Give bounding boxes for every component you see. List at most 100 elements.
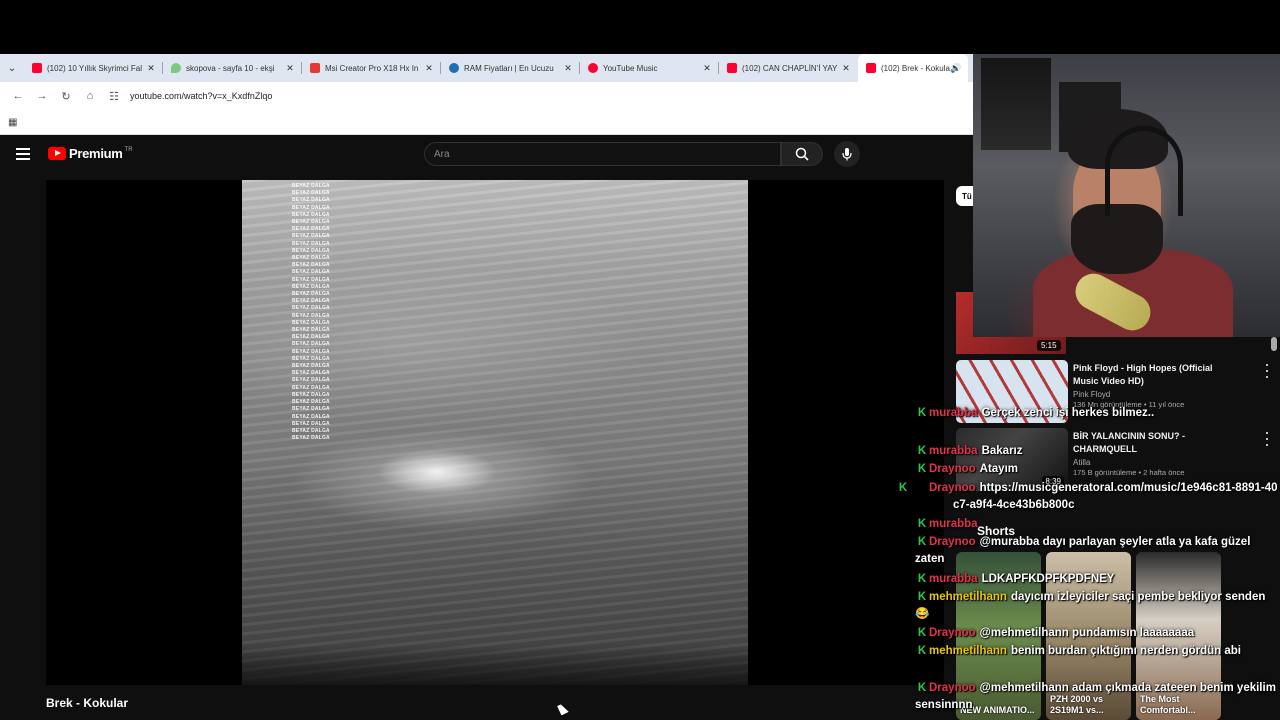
overlay-text-line: BEYAZ DALGA [292,377,330,384]
overlay-text-line: BEYAZ DALGA [292,348,330,355]
overlay-text-line: BEYAZ DALGA [292,298,330,305]
video-title: Brek - Kokular [46,696,129,710]
chat-message: Kmurabba Gerçek zenci işi herkes bilmez.. [915,405,1280,422]
search-input[interactable]: Ara [424,142,781,166]
tab-close-icon[interactable]: ✕ [145,63,157,74]
chat-message: Kmurabba LDKAPFKDPFKPDFNEY [915,571,1280,588]
tab-close-icon[interactable]: ✕ [701,63,713,74]
tab-close-icon[interactable]: ✕ [562,63,574,74]
overlay-text-line: BEYAZ DALGA [292,341,330,348]
chat-username: Draynoo [929,682,976,694]
headphones-icon [1105,126,1183,216]
channel-name[interactable]: Pink Floyd [1073,390,1233,399]
voice-search-button[interactable] [834,141,860,167]
overlay-text-line: BEYAZ DALGA [292,197,330,204]
tab-close-icon[interactable]: ✕ [284,63,296,74]
search-icon [795,147,809,161]
chat-message: K Draynoo @mehmetilhann pundamısın laaaaaa… [915,625,1280,642]
kick-badge-icon: K [917,518,927,530]
url-field[interactable]: youtube.com/watch?v=x_KxdfnZlqo [130,91,272,101]
overlay-text-line: BEYAZ DALGA [292,319,330,326]
overlay-text-line: BEYAZ DALGA [292,269,330,276]
overlay-text-line: BEYAZ DALGA [292,370,330,377]
youtube-favicon-icon [727,63,737,73]
youtube-favicon-icon [866,63,876,73]
menu-icon[interactable] [16,148,30,160]
overlay-text-line: BEYAZ DALGA [292,283,330,290]
chat-text: Atayım [979,463,1019,475]
chat-username: Draynoo [929,482,976,494]
wall-poster [981,58,1051,150]
chat-username: Draynoo [929,536,976,548]
chat-message: Kmurabba Bakarız [915,443,1280,460]
tab-title: (102) Brek - Kokular [881,63,950,73]
browser-tab[interactable]: (102) 10 Yıllık Skyrimci Fal ✕ [24,54,163,82]
screen: ⌄ (102) 10 Yıllık Skyrimci Fal ✕ skopova… [0,0,1280,720]
chat-username: mehmetilhann [929,591,1007,603]
chat-username: Draynoo [929,627,976,639]
chat-text: @mehmetilhann pundamısın laaaaaaaa [979,627,1195,639]
microphone-icon [842,148,852,161]
back-icon[interactable]: ← [6,84,30,108]
overlay-text-line: BEYAZ DALGA [292,305,330,312]
tab-title: (102) CAN CHAPLİN'İ YAY [742,63,838,73]
overlay-text-line: BEYAZ DALGA [292,276,330,283]
chat-text: LDKAPFKDPFKPDFNEY [981,573,1115,585]
shop-favicon-icon [310,63,320,73]
search-button[interactable] [781,142,823,166]
chat-message: K Draynoo @murabba dayı parlayan şeyler at… [915,534,1280,568]
browser-tab[interactable]: Msi Creator Pro X18 Hx In ✕ [302,54,441,82]
kick-badge-icon: K [917,627,927,639]
tab-title: Msi Creator Pro X18 Hx In [325,63,419,73]
overlay-text-line: BEYAZ DALGA [292,427,330,434]
youtube-favicon-icon [32,63,42,73]
overlay-text-line: BEYAZ DALGA [292,262,330,269]
overlay-text-line: BEYAZ DALGA [292,183,330,189]
kick-badge-icon: K [917,682,927,694]
browser-tab[interactable]: RAM Fiyatları | En Ucuzu ✕ [441,54,580,82]
kick-badge-icon: K [917,463,927,475]
overlay-text-line: BEYAZ DALGA [292,334,330,341]
kick-badge-icon: K [917,407,927,419]
tab-close-icon[interactable]: ✕ [840,63,852,74]
overlay-text-line: BEYAZ DALGA [292,399,330,406]
reload-icon[interactable]: ↻ [54,84,78,108]
apps-grid-icon[interactable]: ▦ [8,117,17,128]
browser-tab-active[interactable]: (102) Brek - Kokular 🔊 [858,54,968,82]
overlay-text-line: BEYAZ DALGA [292,406,330,413]
youtube-play-icon [48,147,66,160]
chat-message: K Draynoo Atayım [915,461,1280,478]
more-actions-icon[interactable] [1262,364,1272,378]
youtube-music-favicon-icon [588,63,598,73]
video-title[interactable]: Pink Floyd - High Hopes (Official Music … [1073,362,1233,388]
browser-tab[interactable]: YouTube Music ✕ [580,54,719,82]
scrollbar[interactable] [1271,337,1277,351]
overlay-text-line: BEYAZ DALGA [292,247,330,254]
video-frame: BEYAZ DALGA BEYAZ DALGA BEYAZ DALGA BEYAZ D… [242,180,748,685]
tab-close-icon[interactable]: ✕ [423,63,435,74]
browser-tab[interactable]: (102) CAN CHAPLİN'İ YAY ✕ [719,54,858,82]
chat-message: K Draynoo https://musicgeneratoral.com/mus… [899,480,1280,514]
speaker-icon[interactable]: 🔊 [950,63,962,74]
youtube-page: Premium TR Ara BEYAZ DALGA BEYAZ DALGA BEY… [0,135,973,720]
browser-tab[interactable]: skopova - sayfa 10 - ekşi ✕ [163,54,302,82]
overlay-text-line: BEYAZ DALGA [292,291,330,298]
bookmarks-bar: ▦ [0,110,973,135]
home-icon[interactable]: ⌂ [78,84,102,108]
kick-badge-icon: K [917,445,927,457]
chat-username: Draynoo [929,463,976,475]
forward-icon[interactable]: → [30,84,54,108]
overlay-text-line: BEYAZ DALGA [292,233,330,240]
chat-username: murabba [929,445,978,457]
youtube-premium-logo[interactable]: Premium TR [48,146,133,161]
chat-username: murabba [929,573,978,585]
webcam-overlay [973,54,1280,337]
tab-title: (102) 10 Yıllık Skyrimci Fal [47,63,142,73]
duration-badge: 5:15 [1037,340,1061,351]
video-player[interactable]: BEYAZ DALGA BEYAZ DALGA BEYAZ DALGA BEYAZ D… [46,180,944,685]
tab-search-chevron-icon[interactable]: ⌄ [0,54,24,82]
site-settings-icon[interactable]: ☷ [102,84,126,108]
overlay-text-line: BEYAZ DALGA [292,211,330,218]
eksi-favicon-icon [171,63,181,73]
overlay-text-line: BEYAZ DALGA [292,226,330,233]
